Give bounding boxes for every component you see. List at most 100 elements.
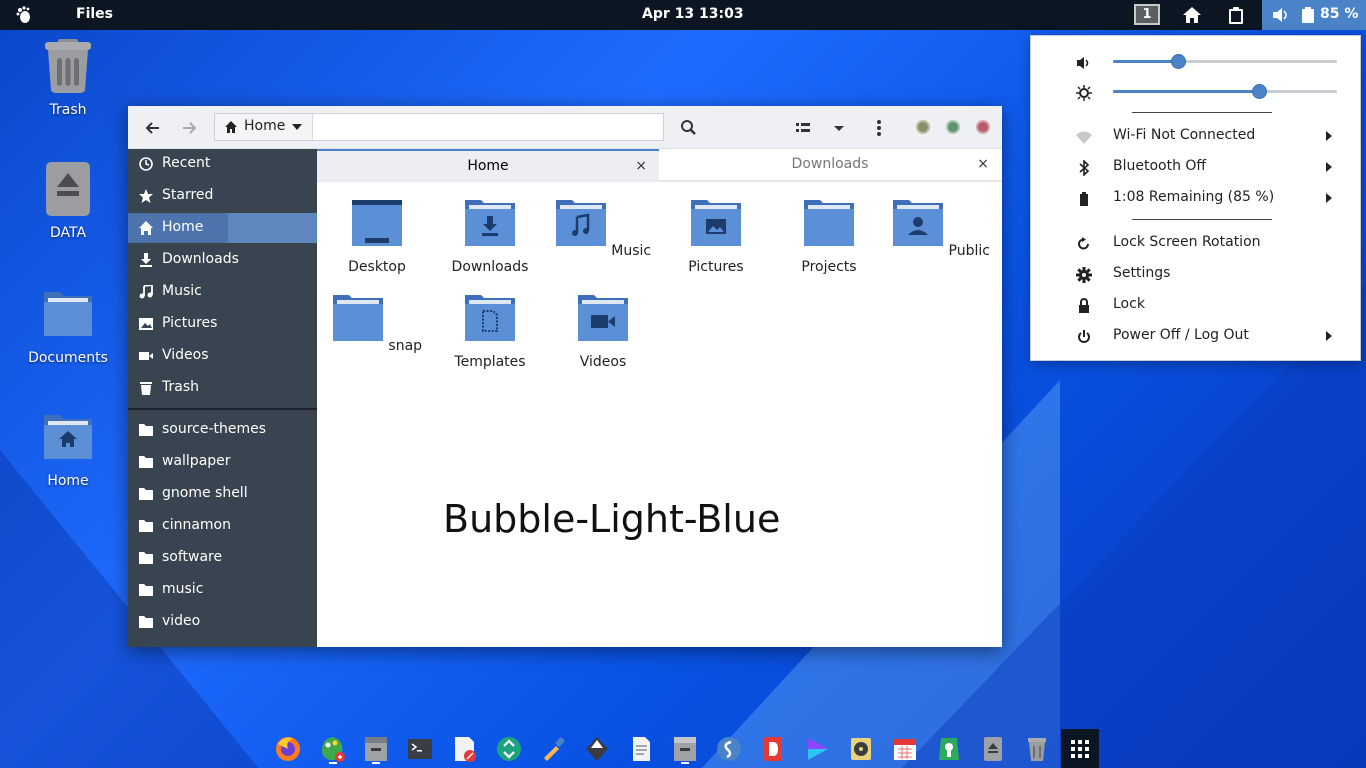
desktop-icon-trash[interactable]: Trash bbox=[23, 38, 113, 118]
simplenote-icon[interactable] bbox=[714, 734, 744, 764]
battery-icon bbox=[1080, 192, 1088, 206]
tab-downloads[interactable]: Downloads × bbox=[659, 149, 1001, 181]
sidebar-item-video-folder[interactable]: video bbox=[128, 607, 317, 637]
firefox-icon[interactable] bbox=[273, 734, 303, 764]
inkscape-icon[interactable] bbox=[582, 734, 612, 764]
battery-icon bbox=[1302, 7, 1314, 23]
back-arrow-icon[interactable] bbox=[140, 115, 166, 141]
app-grid-button[interactable] bbox=[1061, 729, 1099, 768]
brightness-slider[interactable] bbox=[1113, 84, 1337, 99]
maximize-button[interactable] bbox=[946, 120, 960, 134]
sidebar-item-recent[interactable]: Recent bbox=[128, 149, 317, 179]
close-icon[interactable]: × bbox=[977, 156, 989, 172]
home-icon[interactable] bbox=[1182, 6, 1202, 24]
document-icon[interactable] bbox=[626, 734, 656, 764]
archive-icon[interactable] bbox=[670, 734, 700, 764]
home-icon bbox=[139, 221, 153, 235]
gnome-foot-icon[interactable] bbox=[14, 5, 34, 25]
settings-menu-item[interactable]: Settings bbox=[1031, 260, 1362, 288]
text-editor-icon[interactable] bbox=[449, 734, 479, 764]
sidebar-item-home[interactable]: Home bbox=[128, 213, 317, 243]
desktop-icon-documents[interactable]: Documents bbox=[23, 286, 113, 366]
file-item-pictures[interactable]: Pictures bbox=[666, 199, 766, 275]
desktop-icon-data[interactable]: DATA bbox=[23, 161, 113, 241]
close-button[interactable] bbox=[976, 120, 990, 134]
wifi-icon bbox=[1076, 131, 1092, 144]
lock-menu-item[interactable]: Lock bbox=[1031, 291, 1362, 319]
path-label: Home bbox=[244, 118, 286, 134]
rhythmbox-icon[interactable] bbox=[846, 734, 876, 764]
sidebar-item-cinnamon[interactable]: cinnamon bbox=[128, 511, 317, 541]
usb-drive-icon[interactable] bbox=[978, 734, 1008, 764]
deadbeef-icon[interactable] bbox=[758, 734, 788, 764]
file-item-projects[interactable]: Projects bbox=[779, 199, 879, 275]
bluetooth-menu-item[interactable]: Bluetooth Off bbox=[1031, 153, 1362, 181]
tab-home[interactable]: Home × bbox=[317, 149, 659, 181]
power-menu-item[interactable]: Power Off / Log Out bbox=[1031, 322, 1362, 350]
file-item-desktop[interactable]: Desktop bbox=[327, 199, 427, 275]
gear-icon bbox=[1076, 267, 1092, 283]
system-menu-button[interactable]: 85 % bbox=[1262, 0, 1366, 30]
sidebar-item-pictures[interactable]: Pictures bbox=[128, 309, 317, 339]
file-item-templates[interactable]: Templates bbox=[440, 294, 540, 370]
sidebar-item-source-themes[interactable]: source-themes bbox=[128, 415, 317, 445]
software-icon[interactable] bbox=[934, 734, 964, 764]
sidebar-item-videos[interactable]: Videos bbox=[128, 341, 317, 371]
volume-slider[interactable] bbox=[1113, 54, 1337, 69]
sidebar-item-software[interactable]: software bbox=[128, 543, 317, 573]
recycle-icon[interactable] bbox=[494, 734, 524, 764]
eyedropper-icon[interactable] bbox=[538, 734, 568, 764]
file-item-downloads[interactable]: Downloads bbox=[440, 199, 540, 275]
sidebar-item-label: Starred bbox=[162, 187, 214, 203]
system-menu-popup: Wi-Fi Not Connected Bluetooth Off 1:08 R… bbox=[1030, 35, 1361, 361]
media-player-icon[interactable] bbox=[802, 734, 832, 764]
video-icon bbox=[139, 352, 153, 360]
path-bar[interactable]: Home bbox=[214, 113, 664, 141]
lock-rotation-menu-item[interactable]: Lock Screen Rotation bbox=[1031, 229, 1362, 257]
path-home-button[interactable]: Home bbox=[215, 114, 313, 140]
sidebar-item-label: Videos bbox=[162, 347, 209, 363]
sidebar-item-starred[interactable]: Starred bbox=[128, 181, 317, 211]
sidebar-item-wallpaper[interactable]: wallpaper bbox=[128, 447, 317, 477]
battery-menu-item[interactable]: 1:08 Remaining (85 %) bbox=[1031, 184, 1362, 212]
file-label: Pictures bbox=[688, 259, 744, 275]
minimize-button[interactable] bbox=[916, 120, 930, 134]
sidebar-item-downloads[interactable]: Downloads bbox=[128, 245, 317, 275]
file-label: Videos bbox=[579, 354, 627, 370]
terminal-icon[interactable] bbox=[405, 734, 435, 764]
sidebar-item-label: cinnamon bbox=[162, 517, 231, 533]
files-icon[interactable] bbox=[361, 734, 391, 764]
calendar-icon[interactable] bbox=[890, 734, 920, 764]
sidebar-item-music[interactable]: Music bbox=[128, 277, 317, 307]
chevron-right-icon bbox=[1326, 331, 1332, 341]
file-item-snap[interactable]: snap bbox=[327, 294, 427, 354]
folder-icon bbox=[139, 456, 153, 468]
sidebar-item-label: Music bbox=[162, 283, 202, 299]
sidebar-item-trash[interactable]: Trash bbox=[128, 373, 317, 403]
color-picker-icon[interactable] bbox=[318, 734, 348, 764]
sidebar-item-label: video bbox=[162, 613, 201, 629]
clipboard-icon[interactable] bbox=[1227, 6, 1245, 24]
file-item-videos[interactable]: Videos bbox=[553, 294, 653, 370]
wifi-menu-item[interactable]: Wi-Fi Not Connected bbox=[1031, 122, 1362, 150]
search-icon[interactable] bbox=[676, 115, 702, 141]
file-item-music[interactable]: Music bbox=[553, 199, 653, 259]
clock[interactable]: Apr 13 13:03 bbox=[642, 6, 744, 22]
app-menu[interactable]: Files bbox=[76, 6, 113, 22]
forward-arrow-icon[interactable] bbox=[176, 115, 202, 141]
desktop-icon-home[interactable]: Home bbox=[23, 409, 113, 489]
menu-dots-icon[interactable] bbox=[866, 115, 892, 141]
home-folder-icon bbox=[44, 415, 92, 459]
brightness-slider-handle[interactable] bbox=[1252, 84, 1267, 99]
volume-slider-handle[interactable] bbox=[1171, 54, 1186, 69]
close-icon[interactable]: × bbox=[635, 158, 647, 174]
list-view-icon[interactable] bbox=[790, 115, 816, 141]
volume-icon bbox=[1077, 57, 1089, 69]
file-item-public[interactable]: Public bbox=[891, 199, 991, 259]
workspace-indicator[interactable]: 1 bbox=[1134, 4, 1160, 25]
sidebar-item-gnome-shell[interactable]: gnome shell bbox=[128, 479, 317, 509]
trash-icon[interactable] bbox=[1022, 734, 1052, 764]
sidebar-item-music-folder[interactable]: music bbox=[128, 575, 317, 605]
chevron-down-icon[interactable] bbox=[826, 115, 852, 141]
theme-watermark-text: Bubble-Light-Blue bbox=[443, 497, 781, 541]
